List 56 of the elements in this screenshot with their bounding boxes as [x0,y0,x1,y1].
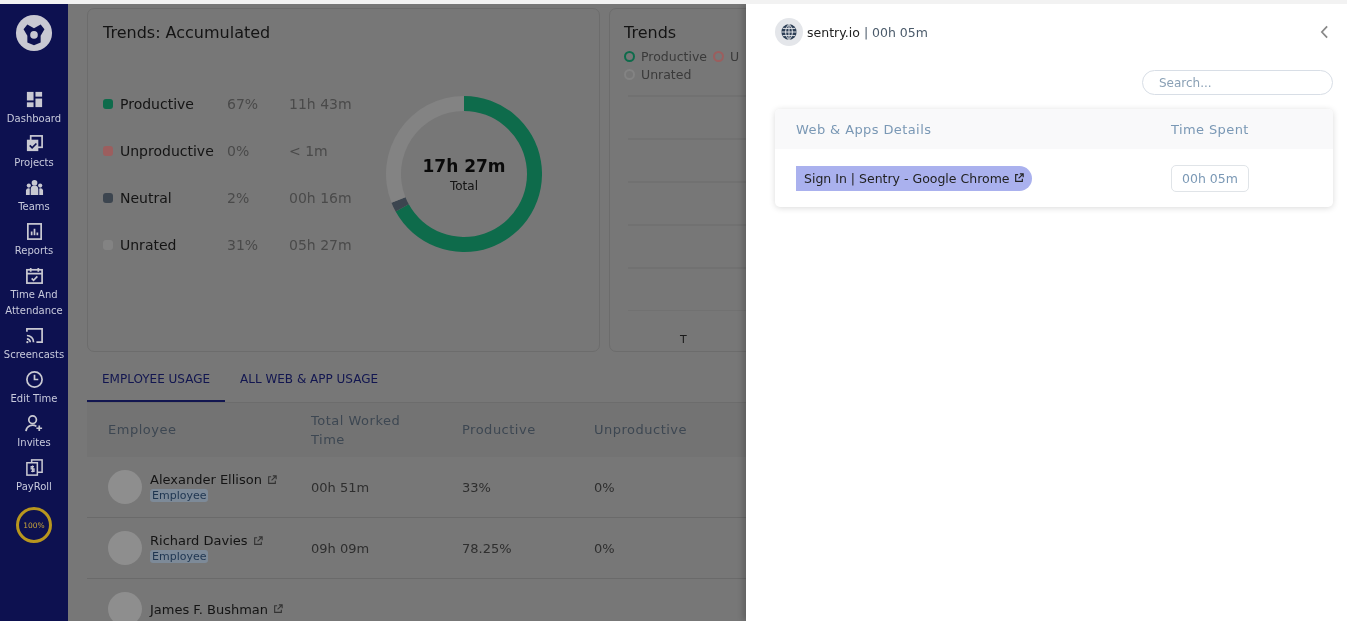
sidebar-item[interactable]: Time And Attendance [0,266,68,319]
legend-label: Unrated [641,67,692,82]
column-header: Time Spent [1171,121,1249,137]
external-link-icon[interactable] [266,474,277,485]
page-link[interactable]: Sign In | Sentry - Google Chrome [796,165,1032,191]
employee-link[interactable]: Richard Davies [150,533,248,548]
legend-label: U [730,49,740,64]
column-header: Web & Apps Details [795,121,933,137]
sidebar-item[interactable]: Edit Time [0,370,68,407]
legend-label: Productive [641,49,708,64]
search-field[interactable]: Search... [1142,70,1333,95]
chevron-left-icon[interactable] [1320,25,1329,39]
clock-icon [24,370,44,389]
legend-label: Neutral [120,189,173,206]
sidebar-item[interactable]: Screencasts [0,326,68,363]
sidebar-item[interactable]: Projects [0,134,68,171]
sidebar-item[interactable]: Reports [0,222,68,259]
table-cell-text: 0% [594,479,616,495]
total-time: 17h 27m [422,155,506,176]
table-cell-text: 0% [594,540,616,556]
cast-icon [24,326,44,345]
legend-label: Productive [120,95,195,112]
site-duration: | 00h 05m [863,24,928,40]
role-tag: Employee [150,550,209,563]
external-link-icon[interactable] [273,604,284,614]
dollar-pages-icon [24,458,44,477]
logo-icon [15,14,53,52]
table-cell-text: 78.25% [462,540,513,556]
card-title: Trends: Accumulated [103,23,272,42]
employee-link[interactable]: James F. Bushman [150,601,269,617]
table-cell-text: 00h 51m [311,479,371,495]
table-cell-text: 33% [462,479,492,495]
legend-label: Unrated [120,236,178,253]
sidebar-item[interactable]: Invites [0,414,68,451]
external-link-icon[interactable] [252,535,263,546]
total-label: Total [450,178,478,193]
site-name: sentry.io [807,24,860,40]
report-chart-icon [24,222,44,241]
time-spent: 00h 05m [1171,164,1249,192]
people-icon [24,178,44,197]
sidebar-item[interactable]: Dashboard [0,90,68,127]
sidebar-item[interactable]: PayRoll [0,458,68,495]
add-user-icon [24,414,44,433]
axis-label: T [680,333,687,346]
role-tag: Employee [150,489,209,502]
employee-link[interactable]: Alexander Ellison [150,472,262,487]
table-cell-text: 09h 09m [311,540,371,556]
checked-pages-icon [24,134,44,153]
globe-icon [775,18,803,46]
tab[interactable]: ALL WEB & APP USAGE [225,360,394,402]
calendar-icon [24,266,44,285]
card-title: Trends [624,23,678,42]
legend-label: Unproductive [120,142,215,159]
sidebar-item[interactable]: Teams [0,178,68,215]
dashboard-icon [24,90,44,109]
external-link-icon [1013,173,1024,183]
